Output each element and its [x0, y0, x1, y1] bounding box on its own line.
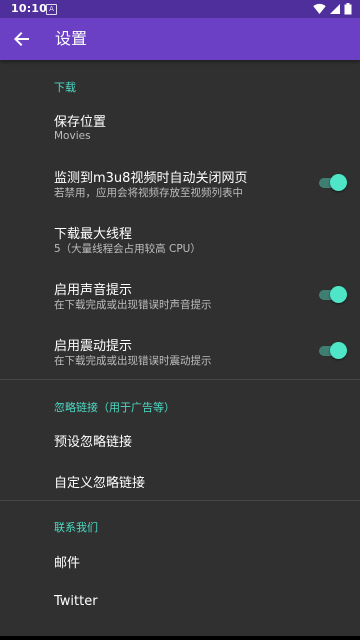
pref-title: 自定义忽略链接	[54, 476, 146, 491]
vibrate-alert-toggle[interactable]	[317, 342, 347, 360]
pref-title: 保存位置	[54, 115, 107, 130]
toggle-thumb	[330, 174, 347, 191]
divider	[0, 500, 360, 501]
category-contact: 联系我们	[54, 521, 98, 534]
pref-summary: 若禁用，应用会将视频存放至视频列表中	[54, 187, 243, 199]
pref-summary: 在下载完成或出现错误时声音提示	[54, 299, 212, 311]
status-icons	[313, 3, 352, 15]
auto-close-toggle[interactable]	[317, 174, 347, 192]
category-download: 下载	[54, 81, 76, 94]
wifi-icon	[313, 3, 326, 15]
status-bar: 10:10 A	[0, 0, 360, 18]
pref-summary: 5（大量线程会占用较高 CPU）	[54, 243, 201, 255]
page-title: 设置	[55, 29, 88, 48]
pref-summary: Movies	[54, 130, 91, 142]
notification-badge-icon: A	[46, 4, 57, 15]
pref-title: 邮件	[54, 556, 81, 571]
pref-title: Twitter	[54, 594, 98, 609]
cell-signal-icon	[329, 4, 340, 14]
status-time: 10:10	[11, 2, 48, 15]
pref-title: 监测到m3u8视频时自动关闭网页	[54, 171, 248, 186]
app-bar: 设置	[0, 18, 360, 60]
pref-title: 预设忽略链接	[54, 435, 133, 450]
divider	[0, 379, 360, 380]
arrow-back-icon	[14, 32, 29, 46]
pref-title: 启用声音提示	[54, 283, 133, 298]
toggle-thumb	[330, 286, 347, 303]
battery-icon	[344, 3, 352, 15]
pref-summary: 在下载完成或出现错误时震动提示	[54, 355, 212, 367]
toggle-thumb	[330, 342, 347, 359]
pref-title: 启用震动提示	[54, 339, 133, 354]
pref-title: 下载最大线程	[54, 227, 133, 242]
sound-alert-toggle[interactable]	[317, 286, 347, 304]
back-button[interactable]	[10, 27, 34, 51]
category-ignore-links: 忽略链接（用于广告等）	[54, 401, 175, 414]
navigation-bar	[0, 636, 360, 640]
